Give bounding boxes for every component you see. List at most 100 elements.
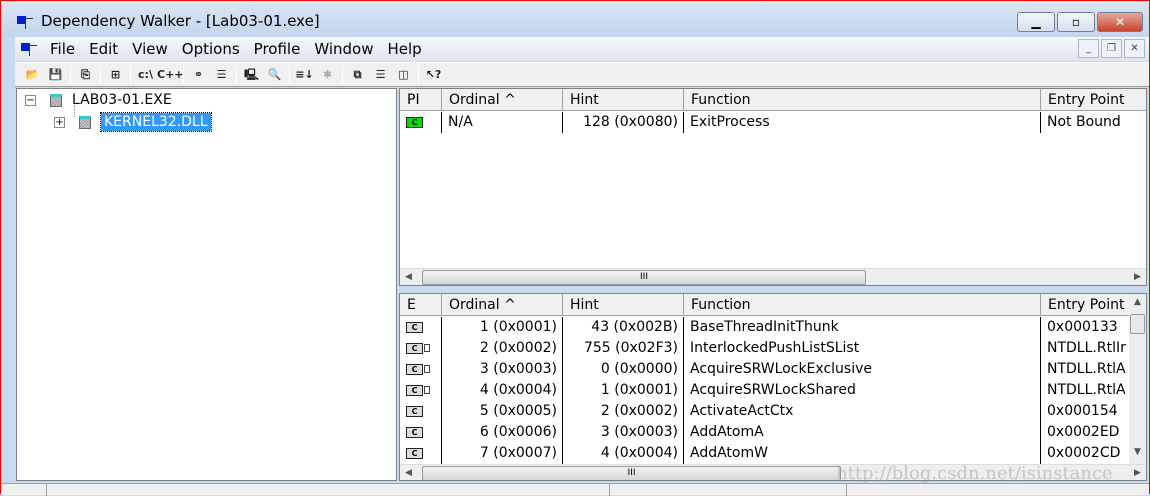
close-button[interactable]: ✕ (1097, 12, 1143, 32)
table-row[interactable]: C5 (0x0005) 2 (0x0002) ActivateActCtx 0x000… (400, 401, 1146, 422)
scroll-thumb[interactable]: III (422, 270, 866, 285)
column-header-hint[interactable]: Hint (563, 294, 684, 316)
exports-list[interactable]: E Ordinal ^ Hint Function Entry Point C 1 (0x0… (399, 293, 1147, 481)
window-title: Dependency Walker - [Lab03-01.exe] (41, 12, 320, 30)
cell-ordinal: N/A (442, 112, 563, 133)
cell-ordinal: 2 (0x0002) (442, 338, 563, 359)
column-header-pi[interactable]: PI (400, 89, 442, 111)
exports-vscrollbar[interactable]: ▲ ▼ (1129, 294, 1146, 464)
open-icon[interactable]: 📂 (21, 65, 44, 85)
table-row[interactable]: C7 (0x0007) 4 (0x0004) AddAtomW 0x0002CD (400, 443, 1146, 464)
column-header-function[interactable]: Function (684, 294, 1041, 316)
table-row[interactable]: C 2 (0x0002) 755 (0x02F3) InterlockedPushLi… (400, 338, 1146, 359)
toolbar-separator (236, 65, 237, 84)
external-viewer-icon[interactable]: ✱ (316, 65, 339, 85)
undecorate-cpp-icon[interactable]: C++ (157, 65, 184, 85)
scroll-right-icon[interactable]: ▶ (1129, 465, 1146, 480)
c-function-icon: C (406, 342, 423, 354)
menu-bar: File Edit View Options Profile Window Help _ ❐… (15, 37, 1149, 61)
maximize-button[interactable]: ▫ (1057, 12, 1095, 32)
cell-function: AddAtomA (684, 422, 1041, 443)
tree-node-kernel32-dll[interactable]: + KERNEL32.DLL (54, 112, 212, 132)
scroll-up-icon[interactable]: ▲ (1129, 294, 1146, 311)
function-type-icon: C (400, 317, 442, 338)
scroll-left-icon[interactable]: ◀ (400, 269, 417, 285)
cell-function: AddAtomW (684, 443, 1041, 464)
module-icon (50, 93, 62, 107)
cell-ordinal: 4 (0x0004) (442, 380, 563, 401)
column-header-e[interactable]: E (400, 294, 442, 316)
module-tree[interactable]: − LAB03-01.EXE + KERNEL32.DLL (16, 88, 397, 481)
toolbar: 📂 💾 ⎘ ⊞ c:\ C++ ⚭ ☰ 🖳 🔍 ≡↓ ✱ ⧉ ☰ ◫ ↖? (15, 62, 1149, 87)
link-icon[interactable]: ⚭ (187, 65, 210, 85)
function-type-icon: C (400, 112, 442, 133)
expand-icon[interactable]: + (54, 116, 65, 128)
cell-hint: 43 (0x002B) (563, 317, 684, 338)
table-row[interactable]: C 1 (0x0001) 43 (0x002B) BaseThreadInitThun… (400, 317, 1146, 338)
function-type-icon: C (400, 422, 442, 443)
cell-function: InterlockedPushListSList (684, 338, 1041, 359)
tree-icon[interactable]: ⊞ (104, 65, 127, 85)
system-info-icon[interactable]: 🖳 (240, 65, 263, 85)
cell-hint: 755 (0x02F3) (563, 338, 684, 359)
function-type-icon: C (400, 401, 442, 422)
scroll-right-icon[interactable]: ▶ (1129, 269, 1146, 285)
cell-ordinal: 5 (0x0005) (442, 401, 563, 422)
table-row[interactable]: C N/A 128 (0x0080) ExitProcess Not Bound (400, 112, 1146, 133)
toolbar-separator (418, 65, 419, 84)
menu-file[interactable]: File (43, 40, 82, 58)
menu-view[interactable]: View (125, 40, 175, 58)
column-header-ordinal[interactable]: Ordinal ^ (442, 89, 563, 111)
imports-list[interactable]: PI Ordinal ^ Hint Function Entry Point C N/A 12… (399, 88, 1147, 286)
mdi-close-button[interactable]: ✕ (1124, 39, 1145, 58)
c-function-icon: C (406, 116, 423, 128)
mdi-app-icon[interactable] (21, 42, 37, 56)
properties-icon[interactable]: ☰ (210, 65, 233, 85)
menu-edit[interactable]: Edit (82, 40, 125, 58)
find-icon[interactable]: 🔍 (263, 65, 286, 85)
module-icon (79, 115, 91, 129)
watermark: http://blog.csdn.net/isinstance (836, 463, 1113, 484)
cascade-icon[interactable]: ⧉ (346, 65, 369, 85)
scroll-left-icon[interactable]: ◀ (400, 465, 417, 480)
cell-function: BaseThreadInitThunk (684, 317, 1041, 338)
menu-profile[interactable]: Profile (247, 40, 308, 58)
save-icon[interactable]: 💾 (44, 65, 67, 85)
collapse-icon[interactable]: − (25, 94, 36, 106)
mdi-minimize-button[interactable]: _ (1078, 39, 1099, 58)
imports-hscrollbar[interactable]: ◀ III ▶ (400, 268, 1146, 285)
cell-ordinal: 1 (0x0001) (442, 317, 563, 338)
cell-hint: 2 (0x0002) (563, 401, 684, 422)
column-header-function[interactable]: Function (684, 89, 1041, 111)
cell-entry: Not Bound (1047, 114, 1121, 130)
help-icon[interactable]: ↖? (422, 65, 445, 85)
column-header-hint[interactable]: Hint (563, 89, 684, 111)
table-row[interactable]: C 4 (0x0004) 1 (0x0001) AcquireSRWLockShare… (400, 380, 1146, 401)
menu-options[interactable]: Options (175, 40, 247, 58)
menu-window[interactable]: Window (307, 40, 380, 58)
cell-hint: 0 (0x0000) (563, 359, 684, 380)
forwarded-icon (424, 386, 430, 394)
cell-function: ExitProcess (684, 112, 1041, 133)
copy-icon[interactable]: ⎘ (74, 65, 97, 85)
c-function-icon: C (406, 384, 423, 396)
column-header-ordinal[interactable]: Ordinal ^ (442, 294, 563, 316)
tree-node-lab03-01-exe[interactable]: − LAB03-01.EXE (25, 92, 172, 108)
table-row[interactable]: C 3 (0x0003) 0 (0x0000) AcquireSRWLockExclu… (400, 359, 1146, 380)
tile-horizontal-icon[interactable]: ☰ (369, 65, 392, 85)
scroll-thumb[interactable]: III (422, 466, 841, 480)
mdi-restore-button[interactable]: ❐ (1101, 39, 1122, 58)
scroll-thumb[interactable] (1130, 314, 1145, 334)
minimize-button[interactable]: ▁ (1017, 12, 1055, 32)
tile-vertical-icon[interactable]: ◫ (392, 65, 415, 85)
cell-hint: 1 (0x0001) (563, 380, 684, 401)
scroll-down-icon[interactable]: ▼ (1129, 444, 1146, 461)
menu-help[interactable]: Help (380, 40, 428, 58)
table-row[interactable]: C6 (0x0006) 3 (0x0003) AddAtomA 0x0002ED (400, 422, 1146, 443)
cell-hint: 4 (0x0004) (563, 443, 684, 464)
cell-ordinal: 3 (0x0003) (442, 359, 563, 380)
column-header-entrypoint[interactable]: Entry Point (1041, 89, 1146, 111)
sort-icon[interactable]: ≡↓ (293, 65, 316, 85)
toolbar-separator (289, 65, 290, 84)
full-paths-icon[interactable]: c:\ (134, 65, 157, 85)
